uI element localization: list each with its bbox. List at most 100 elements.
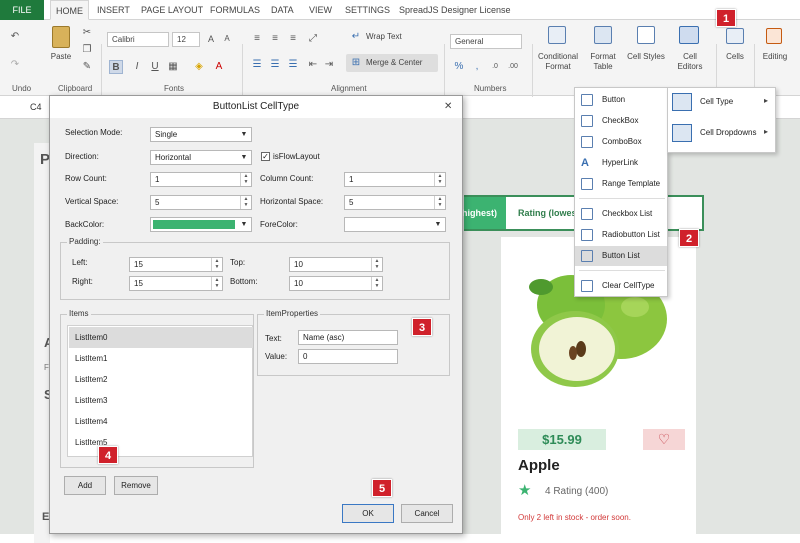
decrease-decimal-icon[interactable]: .00 xyxy=(506,60,520,74)
cancel-button[interactable]: Cancel xyxy=(401,504,453,523)
menu-item-hyperlink[interactable]: A HyperLink xyxy=(575,153,667,173)
redo-icon[interactable]: ↷ xyxy=(8,58,22,72)
spinner-icon[interactable]: ▲ ▼ xyxy=(211,258,222,271)
cut-icon[interactable]: ✂ xyxy=(80,26,94,40)
cells-button[interactable]: Cells xyxy=(722,52,748,62)
tab-data[interactable]: DATA xyxy=(271,0,294,20)
tab-page-layout[interactable]: PAGE LAYOUT xyxy=(141,0,203,20)
align-bottom-icon[interactable]: ≡ xyxy=(286,32,300,46)
vertical-space-input[interactable]: 5 ▲ ▼ xyxy=(150,195,252,210)
tab-settings[interactable]: SETTINGS xyxy=(345,0,390,20)
merge-center-button[interactable]: Merge & Center xyxy=(366,58,422,68)
tab-license[interactable]: SpreadJS Designer License xyxy=(399,0,511,20)
align-left-icon[interactable]: ☰ xyxy=(250,58,264,72)
items-listbox[interactable]: ListItem0 ListItem1 ListItem2 ListItem3 … xyxy=(67,325,253,457)
border-icon[interactable]: ▦ xyxy=(166,60,180,74)
menu-item-radiobutton-list[interactable]: Radiobutton List xyxy=(575,225,667,245)
bold-button[interactable]: B xyxy=(109,60,123,74)
spinner-icon[interactable]: ▲ ▼ xyxy=(240,196,251,209)
conditional-format-icon xyxy=(548,26,566,44)
tab-insert[interactable]: INSERT xyxy=(97,0,130,20)
cells-icon xyxy=(726,28,744,44)
list-item[interactable]: ListItem5 xyxy=(69,432,253,453)
font-color-icon[interactable]: A xyxy=(212,60,226,74)
fill-color-icon[interactable]: ◈ xyxy=(192,60,206,74)
number-format-select[interactable]: General xyxy=(450,34,522,49)
add-button[interactable]: Add xyxy=(64,476,106,495)
italic-button[interactable]: I xyxy=(130,60,144,74)
wrap-text-button[interactable]: Wrap Text xyxy=(366,32,402,42)
item-text-input[interactable]: Name (asc) xyxy=(298,330,398,345)
menu-item-button-list[interactable]: Button List xyxy=(575,246,667,266)
tab-home[interactable]: HOME xyxy=(50,0,89,20)
back-color-picker[interactable]: ▼ xyxy=(150,217,252,232)
spinner-icon[interactable]: ▲ ▼ xyxy=(371,277,382,290)
format-painter-icon[interactable]: ✎ xyxy=(80,60,94,74)
align-right-icon[interactable]: ☰ xyxy=(286,58,300,72)
align-middle-icon[interactable]: ≡ xyxy=(268,32,282,46)
is-flow-layout-checkbox[interactable]: ✓ xyxy=(261,152,270,161)
padding-left-input[interactable]: 15 ▲ ▼ xyxy=(129,257,223,272)
menu-item-cell-dropdowns[interactable]: Cell Dropdowns xyxy=(700,128,756,137)
list-item[interactable]: ListItem0 xyxy=(69,327,253,348)
menu-item-clear-celltype[interactable]: Clear CellType xyxy=(575,276,667,296)
menu-item-cell-type[interactable]: Cell Type xyxy=(700,97,733,106)
menu-item-button[interactable]: Button xyxy=(575,90,667,110)
list-item[interactable]: ListItem3 xyxy=(69,390,253,411)
list-item[interactable]: ListItem2 xyxy=(69,369,253,390)
spinner-icon[interactable]: ▲ ▼ xyxy=(434,173,445,186)
padding-top-label: Top: xyxy=(230,258,246,267)
spinner-icon[interactable]: ▲ ▼ xyxy=(371,258,382,271)
tab-view[interactable]: VIEW xyxy=(309,0,332,20)
ok-button[interactable]: OK xyxy=(342,504,394,523)
orientation-icon[interactable]: ⤢ xyxy=(306,32,320,46)
increase-font-icon[interactable]: A xyxy=(204,32,218,46)
menu-item-checkbox[interactable]: CheckBox xyxy=(575,111,667,131)
fore-color-picker[interactable]: ▼ xyxy=(344,217,446,232)
cell-reference[interactable]: C4 xyxy=(30,102,42,112)
list-item[interactable]: ListItem4 xyxy=(69,411,253,432)
copy-icon[interactable]: ❐ xyxy=(80,43,94,57)
spinner-icon[interactable]: ▲ ▼ xyxy=(240,173,251,186)
comma-icon[interactable]: , xyxy=(470,60,484,74)
decrease-font-icon[interactable]: A xyxy=(220,32,234,46)
horizontal-space-input[interactable]: 5 ▲ ▼ xyxy=(344,195,446,210)
outdent-icon[interactable]: ⇥ xyxy=(322,58,336,72)
cell-styles-button[interactable]: Cell Styles xyxy=(624,52,668,62)
indent-icon[interactable]: ⇤ xyxy=(306,58,320,72)
spinner-icon[interactable]: ▲ ▼ xyxy=(211,277,222,290)
conditional-format-button[interactable]: Conditional Format xyxy=(536,52,580,72)
spinner-icon[interactable]: ▲ ▼ xyxy=(434,196,445,209)
font-name-select[interactable]: Calibri xyxy=(107,32,169,47)
padding-bottom-input[interactable]: 10 ▲ ▼ xyxy=(289,276,383,291)
font-size-select[interactable]: 12 xyxy=(172,32,200,47)
editing-button[interactable]: Editing xyxy=(758,52,792,62)
align-center-icon[interactable]: ☰ xyxy=(268,58,282,72)
column-count-input[interactable]: 1 ▲ ▼ xyxy=(344,172,446,187)
underline-button[interactable]: U xyxy=(148,60,162,74)
sort-label-rating-lowest[interactable]: Rating (lowes xyxy=(518,208,577,218)
item-value-input[interactable]: 0 xyxy=(298,349,398,364)
menu-item-checkbox-list[interactable]: Checkbox List xyxy=(575,204,667,224)
padding-right-label: Right: xyxy=(72,277,93,286)
menu-item-range-template[interactable]: Range Template xyxy=(575,174,667,194)
undo-icon[interactable]: ↶ xyxy=(8,30,22,44)
close-icon[interactable]: ✕ xyxy=(444,101,452,112)
tab-file[interactable]: FILE xyxy=(0,0,44,20)
heart-icon[interactable]: ♡ xyxy=(643,429,685,450)
tab-formulas[interactable]: FORMULAS xyxy=(210,0,260,20)
percent-icon[interactable]: % xyxy=(452,60,466,74)
selection-mode-select[interactable]: Single ▼ xyxy=(150,127,252,142)
row-count-input[interactable]: 1 ▲ ▼ xyxy=(150,172,252,187)
padding-top-input[interactable]: 10 ▲ ▼ xyxy=(289,257,383,272)
format-table-button[interactable]: Format Table xyxy=(584,52,622,72)
cell-editors-button[interactable]: Cell Editors xyxy=(672,52,708,72)
align-top-icon[interactable]: ≡ xyxy=(250,32,264,46)
direction-select[interactable]: Horizontal ▼ xyxy=(150,150,252,165)
list-item[interactable]: ListItem1 xyxy=(69,348,253,369)
remove-button[interactable]: Remove xyxy=(114,476,158,495)
increase-decimal-icon[interactable]: .0 xyxy=(488,60,502,74)
menu-item-combobox[interactable]: ComboBox xyxy=(575,132,667,152)
paste-button[interactable]: Paste xyxy=(48,52,74,62)
padding-right-input[interactable]: 15 ▲ ▼ xyxy=(129,276,223,291)
